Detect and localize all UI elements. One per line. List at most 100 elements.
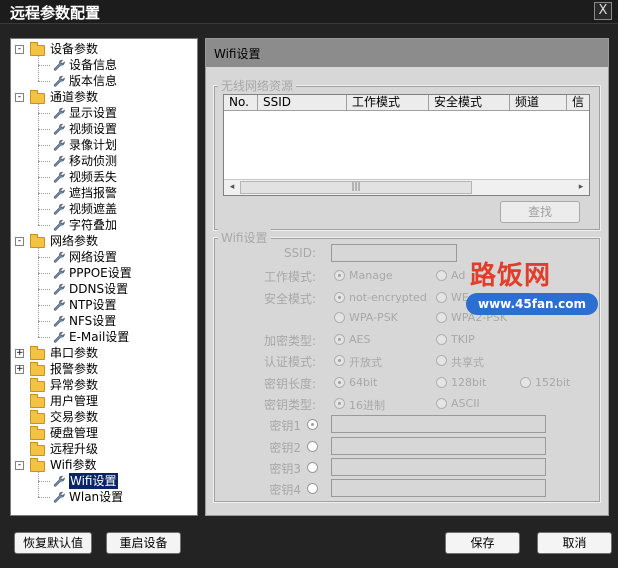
horizontal-scrollbar[interactable]: ◂ ||| ▸ [224, 179, 589, 195]
save-button[interactable]: 保存 [445, 532, 520, 554]
tree-connector [38, 161, 50, 162]
close-icon[interactable]: X [594, 2, 612, 20]
tree-node-label: 报警参数 [50, 362, 99, 376]
key-length-label: 密钥长度: [263, 377, 316, 391]
encryption-type-label: 加密类型: [263, 334, 316, 348]
auth-mode-label: 认证模式: [263, 355, 316, 369]
key1-input[interactable] [331, 415, 546, 433]
cancel-button[interactable]: 取消 [537, 532, 612, 554]
security-wpa-psk-label: WPA-PSK [349, 311, 398, 324]
security-wpa-psk-radio[interactable] [334, 312, 345, 323]
auth-open-label: 开放式 [349, 356, 382, 369]
security-wep-radio[interactable] [436, 292, 447, 303]
scroll-left-icon[interactable]: ◂ [225, 181, 239, 194]
auth-shared-label: 共享式 [451, 356, 484, 369]
encryption-tkip-radio[interactable] [436, 334, 447, 345]
key2-label: 密钥2 [269, 441, 301, 455]
wrench-icon [53, 299, 65, 311]
wrench-icon [53, 107, 65, 119]
ssid-input[interactable] [331, 244, 457, 262]
wrench-icon [53, 283, 65, 295]
work-mode-manage-radio[interactable] [334, 270, 345, 281]
key-type-hex-radio[interactable] [334, 398, 345, 409]
site-watermark: 路饭网 www.45fan.com [466, 255, 602, 317]
tree-connector [38, 113, 50, 114]
tree-item-label: 视频设置 [69, 122, 118, 136]
tree-node-chuankou[interactable]: + 串口参数 [11, 345, 197, 361]
wrench-icon [53, 219, 65, 231]
tree-expander-icon[interactable]: - [15, 461, 24, 470]
settings-tree[interactable]: - 设备参数 设备信息 版本信息 - 通道参数 显示设置 视频设置 录像计划 移动侦测 视频丢失 遮挡… [10, 38, 198, 516]
scroll-thumb[interactable]: ||| [240, 181, 472, 194]
tree-connector [38, 257, 50, 258]
tree-expander-icon[interactable]: + [15, 365, 24, 374]
key-type-ascii-label: ASCII [451, 397, 480, 410]
work-mode-adhoc-radio[interactable] [436, 270, 447, 281]
tree-item-label: 设备信息 [69, 58, 118, 72]
work-mode-adhoc-label: Ad [451, 269, 466, 282]
tree-node-label: 硬盘管理 [50, 426, 99, 440]
encryption-aes-radio[interactable] [334, 334, 345, 345]
wrench-icon [53, 203, 65, 215]
security-not-encrypted-radio[interactable] [334, 292, 345, 303]
wrench-icon [53, 155, 65, 167]
key-type-label: 密钥类型: [263, 398, 316, 412]
security-wpa2-psk-radio[interactable] [436, 312, 447, 323]
column-no[interactable]: No. [224, 95, 258, 110]
key4-input[interactable] [331, 479, 546, 497]
tree-item-label: 录像计划 [69, 138, 118, 152]
folder-icon [30, 410, 45, 424]
tree-connector [38, 481, 50, 482]
key-length-128-radio[interactable] [436, 377, 447, 388]
key4-radio[interactable] [307, 483, 318, 494]
restore-default-button[interactable]: 恢复默认值 [14, 532, 92, 554]
key3-radio[interactable] [307, 462, 318, 473]
wireless-networks-list[interactable]: No. SSID 工作模式 安全模式 频道 信 ◂ ||| ▸ [223, 94, 590, 196]
key-length-64-radio[interactable] [334, 377, 345, 388]
tree-expander-icon[interactable]: + [15, 349, 24, 358]
auth-shared-radio[interactable] [436, 355, 447, 366]
tree-expander-icon[interactable]: - [15, 93, 24, 102]
key-type-ascii-radio[interactable] [436, 398, 447, 409]
tree-item-label: NTP设置 [69, 298, 117, 312]
column-signal[interactable]: 信 [567, 95, 589, 110]
remote-config-window: 远程参数配置 X - 设备参数 设备信息 版本信息 - 通道参数 显示设置 视频设置 录像计划移… [0, 0, 618, 568]
key-length-152-radio[interactable] [520, 377, 531, 388]
column-work-mode[interactable]: 工作模式 [347, 95, 429, 110]
tree-connector [38, 225, 50, 226]
wrench-icon [53, 267, 65, 279]
tree-node-baojing[interactable]: + 报警参数 [11, 361, 197, 377]
search-button[interactable]: 查找 [500, 201, 580, 223]
tree-item-label: 移动侦测 [69, 154, 118, 168]
auth-open-radio[interactable] [334, 355, 345, 366]
tree-node-yonghu[interactable]: 用户管理 [11, 393, 197, 409]
content-header: Wifi设置 [206, 39, 608, 67]
key1-radio[interactable] [307, 419, 318, 430]
key3-input[interactable] [331, 458, 546, 476]
tree-node-label: 串口参数 [50, 346, 99, 360]
column-ssid[interactable]: SSID [258, 95, 347, 110]
tree-node-jiaoyi[interactable]: 交易参数 [11, 409, 197, 425]
tree-connector [38, 55, 39, 81]
scroll-right-icon[interactable]: ▸ [574, 181, 588, 194]
folder-icon [30, 378, 45, 392]
tree-node-shengji[interactable]: 远程升级 [11, 441, 197, 457]
tree-connector [38, 321, 50, 322]
restart-device-button[interactable]: 重启设备 [106, 532, 181, 554]
key2-input[interactable] [331, 437, 546, 455]
column-channel[interactable]: 频道 [510, 95, 567, 110]
folder-icon [30, 426, 45, 440]
tree-connector [38, 289, 50, 290]
window-title: 远程参数配置 [10, 4, 101, 22]
wrench-icon [53, 251, 65, 263]
tree-expander-icon[interactable]: - [15, 45, 24, 54]
column-security-mode[interactable]: 安全模式 [429, 95, 510, 110]
wrench-icon [53, 123, 65, 135]
tree-expander-icon[interactable]: - [15, 237, 24, 246]
tree-node-label: 异常参数 [50, 378, 99, 392]
tree-node-yingpan[interactable]: 硬盘管理 [11, 425, 197, 441]
key2-radio[interactable] [307, 441, 318, 452]
tree-item-label: 视频丢失 [69, 170, 118, 184]
tree-node-yichang[interactable]: 异常参数 [11, 377, 197, 393]
tree-node-label: 通道参数 [50, 90, 99, 104]
